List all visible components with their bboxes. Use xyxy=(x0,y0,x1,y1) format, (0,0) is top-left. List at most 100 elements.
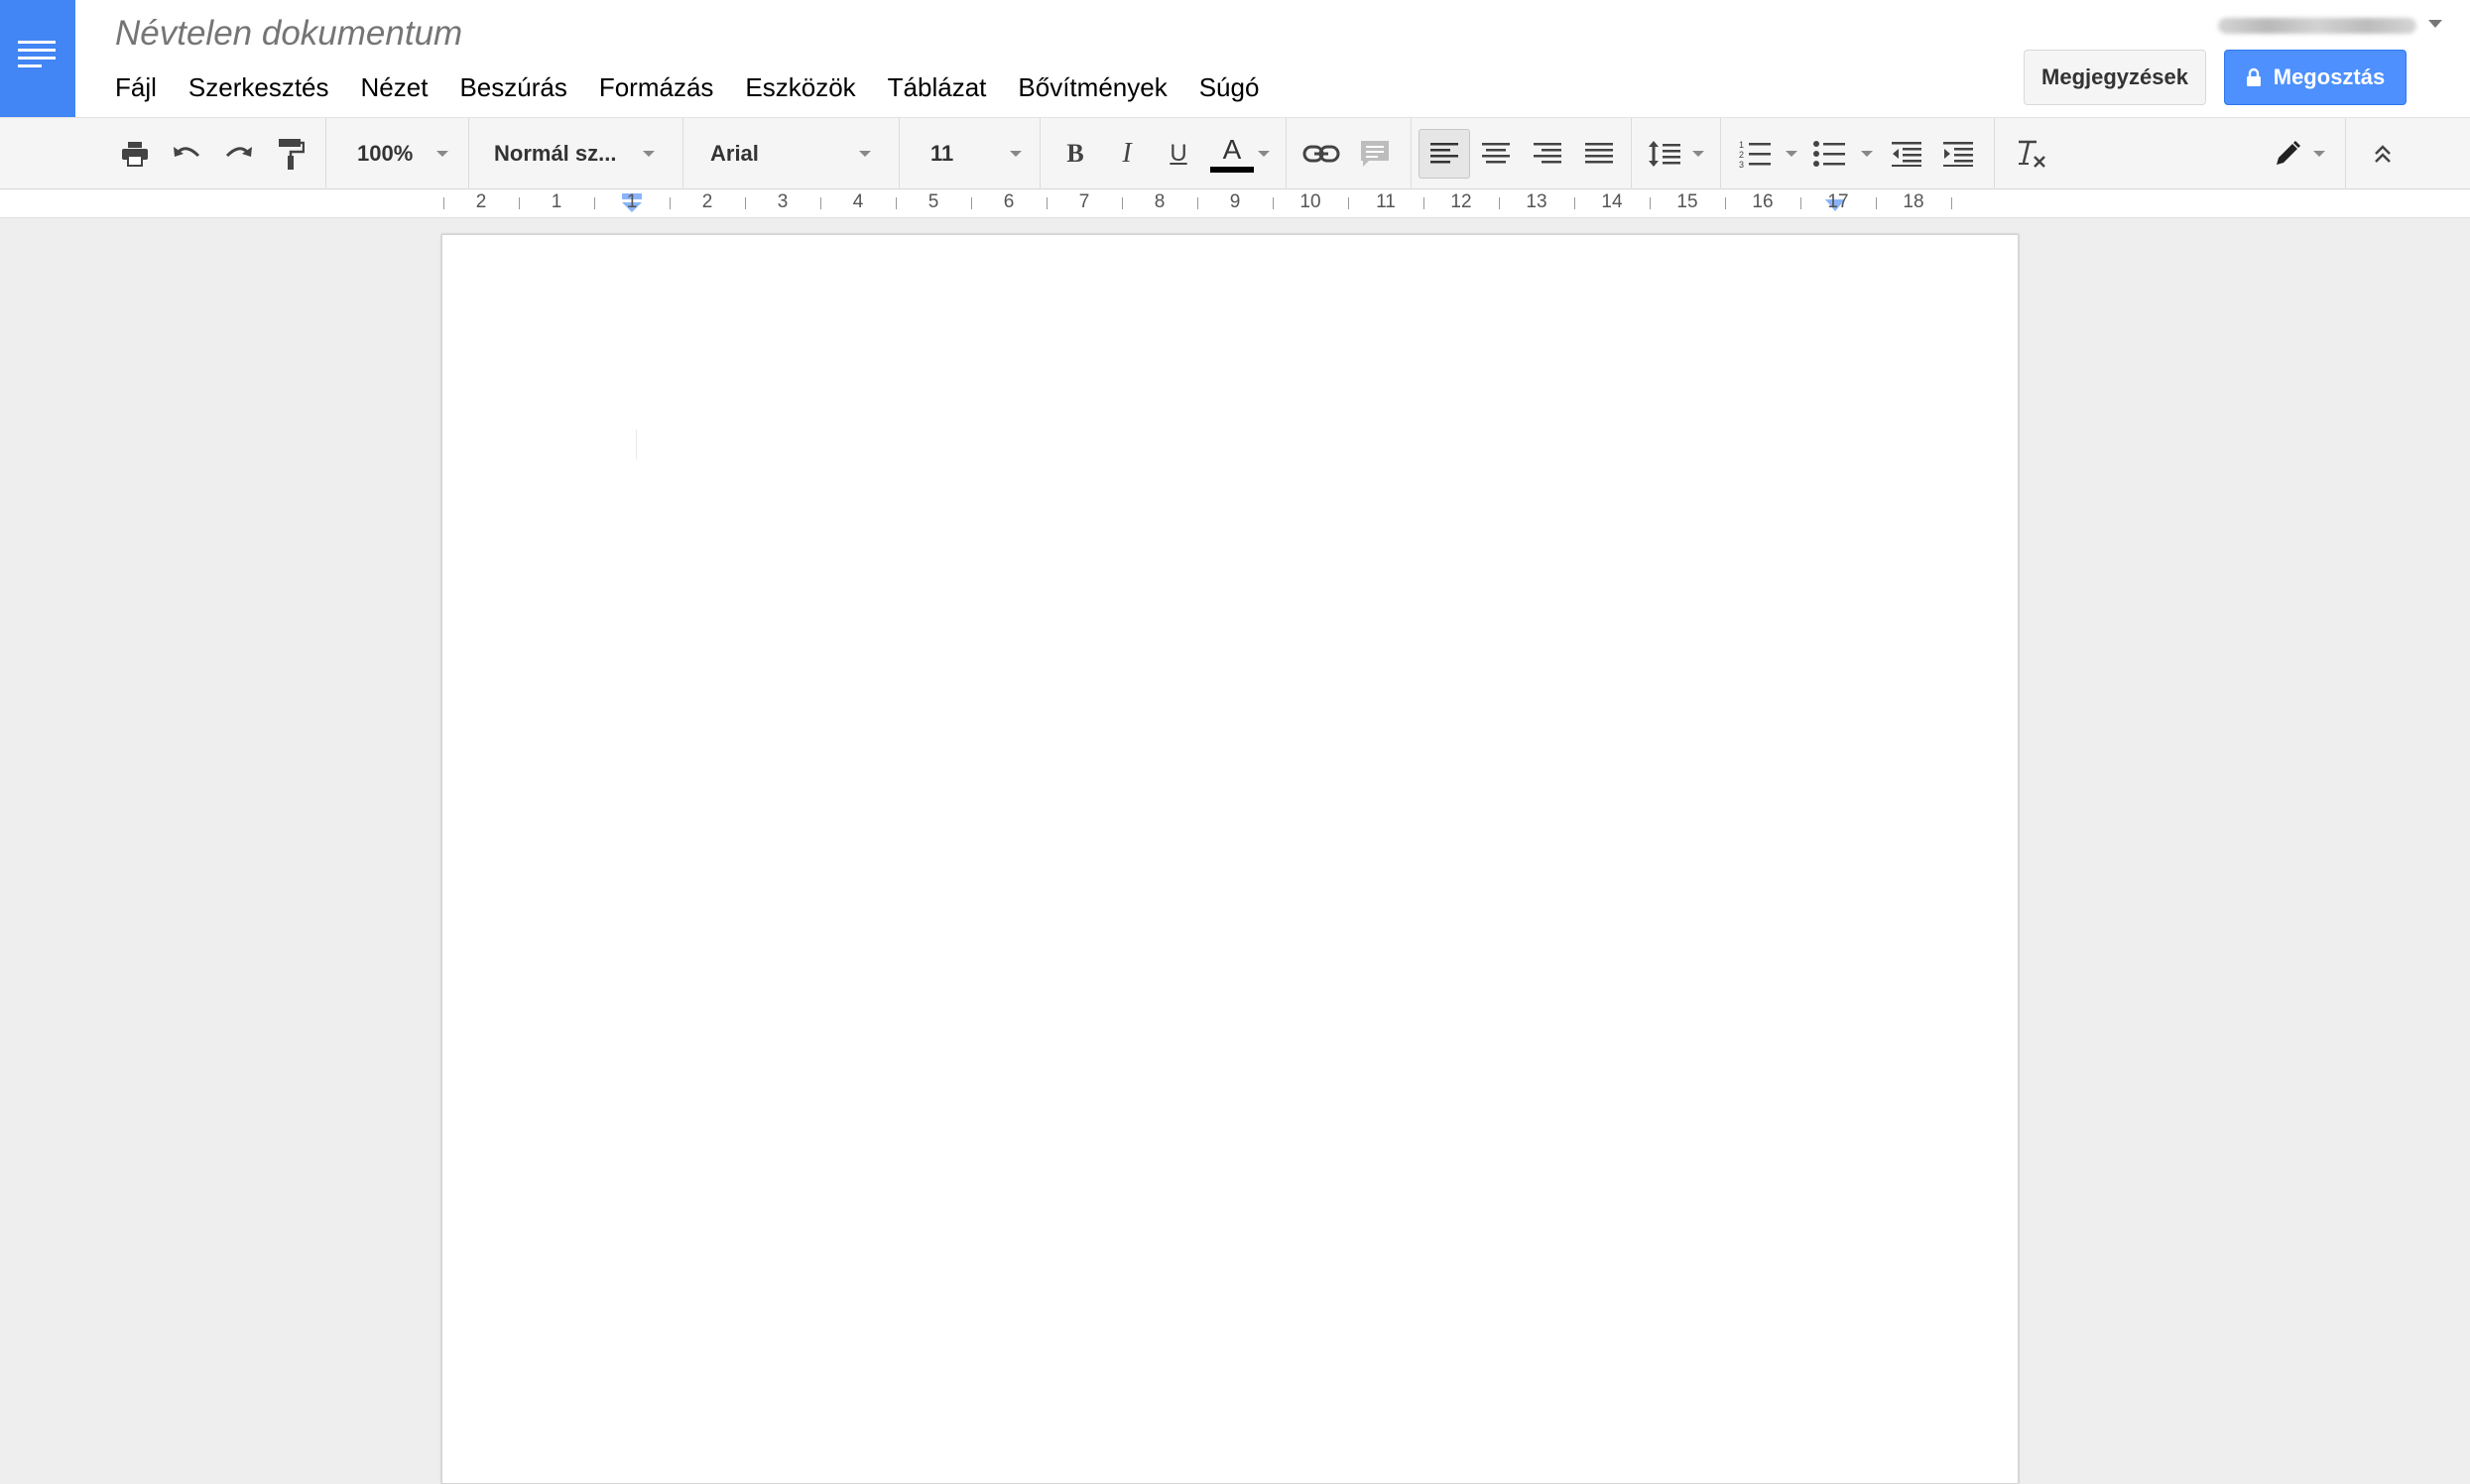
menu-file[interactable]: Fájl xyxy=(115,67,157,107)
ruler-tick xyxy=(594,197,595,209)
numbered-list-dropdown-icon[interactable] xyxy=(1786,151,1797,157)
paragraph-style-value: Normál sz... xyxy=(494,141,617,166)
menu-insert[interactable]: Beszúrás xyxy=(459,67,566,107)
ruler: 2 1 1 2 3 4 5 6 7 8 9 10 11 12 13 14 15 16 17 18 xyxy=(0,189,2470,218)
edit-mode-icon[interactable] xyxy=(2268,118,2307,189)
menu-format[interactable]: Formázás xyxy=(599,67,714,107)
toolbar-separator xyxy=(2345,118,2346,189)
collapse-icon[interactable] xyxy=(2361,118,2405,189)
toolbar-separator xyxy=(1631,118,1632,189)
toolbar-separator xyxy=(325,118,326,189)
ruler-label: 8 xyxy=(1154,191,1166,212)
ruler-tick xyxy=(1650,197,1651,209)
bold-icon[interactable]: B xyxy=(1057,118,1093,189)
ruler-tick xyxy=(1499,197,1500,209)
ruler-label: 9 xyxy=(1229,191,1241,212)
align-right-icon[interactable] xyxy=(1526,118,1569,189)
account-email-blurred[interactable] xyxy=(2218,18,2416,34)
ruler-label: 7 xyxy=(1078,191,1090,212)
ruler-tick xyxy=(670,197,671,209)
line-spacing-dropdown-icon[interactable] xyxy=(1692,151,1704,157)
ruler-tick xyxy=(1876,197,1877,209)
account-dropdown-icon[interactable] xyxy=(2428,20,2442,28)
ruler-label: 12 xyxy=(1450,191,1472,212)
bulleted-list-dropdown-icon[interactable] xyxy=(1861,151,1873,157)
numbered-list-icon[interactable]: 1 2 3 xyxy=(1734,118,1778,189)
ruler-label: 4 xyxy=(852,191,864,212)
font-dropdown[interactable]: Arial xyxy=(684,118,897,189)
decrease-indent-icon[interactable] xyxy=(1885,118,1928,189)
line-spacing-icon[interactable] xyxy=(1643,118,1686,189)
ruler-label: 16 xyxy=(1752,191,1774,212)
ruler-label: 2 xyxy=(701,191,713,212)
edit-mode-dropdown-icon[interactable] xyxy=(2313,151,2325,157)
ruler-label: 14 xyxy=(1601,191,1623,212)
document-title[interactable]: Névtelen dokumentum xyxy=(115,14,462,54)
document-page[interactable] xyxy=(441,234,2019,1484)
ruler-label: 13 xyxy=(1526,191,1547,212)
svg-text:1: 1 xyxy=(1739,140,1744,150)
chevron-down-icon xyxy=(436,151,448,157)
menu-tools[interactable]: Eszközök xyxy=(745,67,855,107)
undo-icon[interactable] xyxy=(167,118,206,189)
ruler-tick xyxy=(1273,197,1274,209)
font-size-dropdown[interactable]: 11 xyxy=(901,118,1038,189)
text-color-dropdown-icon[interactable] xyxy=(1258,151,1270,157)
share-button[interactable]: Megosztás xyxy=(2224,50,2407,105)
ruler-tick xyxy=(1800,197,1801,209)
menu-bar: Fájl Szerkesztés Nézet Beszúrás Formázás… xyxy=(115,67,1291,107)
link-icon[interactable] xyxy=(1301,118,1341,189)
paragraph-style-dropdown[interactable]: Normál sz... xyxy=(470,118,680,189)
comments-button[interactable]: Megjegyzések xyxy=(2024,50,2206,105)
ruler-tick xyxy=(820,197,821,209)
ruler-label: 3 xyxy=(777,191,789,212)
toolbar-separator xyxy=(1286,118,1287,189)
italic-icon[interactable]: I xyxy=(1109,118,1145,189)
ruler-label: 17 xyxy=(1827,191,1849,212)
bulleted-list-icon[interactable] xyxy=(1807,118,1851,189)
ruler-label: 18 xyxy=(1903,191,1924,212)
menu-addons[interactable]: Bővítmények xyxy=(1018,67,1167,107)
toolbar-separator xyxy=(682,118,683,189)
text-color-icon[interactable]: A xyxy=(1204,118,1260,189)
ruler-tick xyxy=(1423,197,1424,209)
increase-indent-icon[interactable] xyxy=(1936,118,1980,189)
svg-text:3: 3 xyxy=(1739,160,1744,169)
svg-text:2: 2 xyxy=(1739,150,1744,160)
align-justify-icon[interactable] xyxy=(1577,118,1621,189)
clear-formatting-icon[interactable] xyxy=(2010,118,2053,189)
print-icon[interactable] xyxy=(115,118,155,189)
ruler-label: 15 xyxy=(1676,191,1698,212)
font-value: Arial xyxy=(710,141,759,166)
ruler-tick xyxy=(1197,197,1198,209)
ruler-tick xyxy=(745,197,746,209)
font-size-value: 11 xyxy=(930,141,954,166)
ruler-label: 11 xyxy=(1376,191,1396,212)
align-left-icon[interactable] xyxy=(1419,129,1470,179)
menu-view[interactable]: Nézet xyxy=(361,67,429,107)
toolbar-separator xyxy=(1040,118,1041,189)
ruler-tick xyxy=(1047,197,1048,209)
text-cursor xyxy=(636,430,637,459)
toolbar-separator xyxy=(1720,118,1721,189)
comment-icon[interactable] xyxy=(1355,118,1395,189)
align-center-icon[interactable] xyxy=(1474,118,1518,189)
zoom-value: 100% xyxy=(357,141,414,166)
chevron-down-icon xyxy=(859,151,871,157)
ruler-tick xyxy=(1951,197,1952,209)
chevron-down-icon xyxy=(643,151,655,157)
underline-icon[interactable]: U xyxy=(1161,118,1196,189)
toolbar-separator xyxy=(468,118,469,189)
paint-format-icon[interactable] xyxy=(271,118,310,189)
ruler-tick xyxy=(519,197,520,209)
menu-table[interactable]: Táblázat xyxy=(888,67,987,107)
docs-home-icon[interactable] xyxy=(0,0,75,117)
menu-help[interactable]: Súgó xyxy=(1199,67,1260,107)
menu-edit[interactable]: Szerkesztés xyxy=(188,67,329,107)
text-color-swatch xyxy=(1210,166,1254,173)
ruler-tick xyxy=(971,197,972,209)
zoom-dropdown[interactable]: 100% xyxy=(327,118,456,189)
redo-icon[interactable] xyxy=(219,118,259,189)
ruler-tick xyxy=(1122,197,1123,209)
chevron-down-icon xyxy=(1010,151,1022,157)
